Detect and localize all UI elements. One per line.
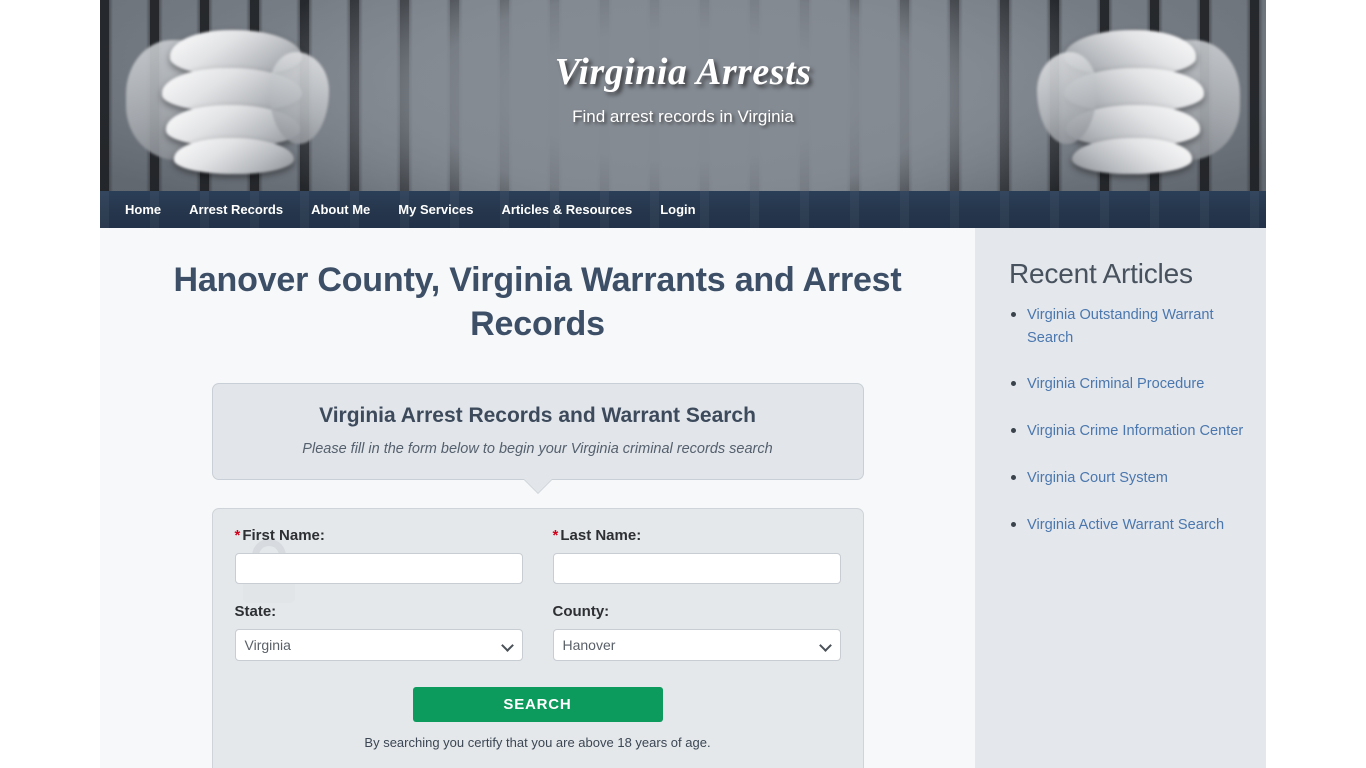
callout-arrow-icon — [523, 479, 552, 494]
search-callout: Virginia Arrest Records and Warrant Sear… — [211, 383, 864, 494]
search-button-row: SEARCH — [235, 687, 841, 723]
state-select-wrapper: Virginia — [234, 629, 523, 662]
state-label: State: — [234, 603, 277, 621]
nav-item-articles-resources[interactable]: Articles & Resources — [487, 191, 646, 228]
main-navigation: Home Arrest Records About Me My Services… — [100, 191, 1266, 228]
site-wrapper: Virginia Arrests Find arrest records in … — [100, 0, 1266, 768]
nav-item-about-me[interactable]: About Me — [297, 191, 384, 228]
list-item: Virginia Active Warrant Search — [1009, 514, 1246, 537]
banner-text-block: Virginia Arrests Find arrest records in … — [100, 50, 1266, 127]
page-title: Hanover County, Virginia Warrants and Ar… — [173, 261, 902, 344]
nav-item-my-services[interactable]: My Services — [384, 191, 487, 228]
last-name-cell: * Last Name: — [552, 527, 841, 585]
recent-articles-list: Virginia Outstanding Warrant Search Virg… — [1009, 304, 1246, 536]
required-asterisk: * — [552, 527, 559, 545]
county-cell: County: Hanover — [552, 603, 841, 662]
state-cell: State: Virginia — [234, 603, 523, 662]
search-button[interactable]: SEARCH — [412, 687, 663, 723]
knuckle-shape — [174, 138, 294, 174]
county-select-wrapper: Hanover — [552, 629, 841, 662]
article-link-criminal-procedure[interactable]: Virginia Criminal Procedure — [1027, 376, 1204, 392]
first-name-cell: * First Name: — [234, 527, 523, 585]
form-row-location: State: Virginia County: Hanover — [234, 603, 841, 662]
site-title: Virginia Arrests — [554, 51, 812, 93]
article-link-outstanding-warrant-search[interactable]: Virginia Outstanding Warrant Search — [1027, 307, 1214, 346]
county-select[interactable]: Hanover — [552, 629, 841, 662]
callout-title: Virginia Arrest Records and Warrant Sear… — [319, 404, 756, 428]
main-column: Hanover County, Virginia Warrants and Ar… — [100, 228, 975, 768]
last-name-label-text: Last Name: — [560, 527, 642, 545]
age-disclaimer: By searching you certify that you are ab… — [364, 735, 711, 751]
article-link-court-system[interactable]: Virginia Court System — [1027, 470, 1168, 486]
list-item: Virginia Court System — [1009, 467, 1246, 490]
nav-item-arrest-records[interactable]: Arrest Records — [175, 191, 297, 228]
list-item: Virginia Outstanding Warrant Search — [1009, 304, 1246, 349]
site-tagline: Find arrest records in Virginia — [572, 107, 794, 126]
nav-item-login[interactable]: Login — [646, 191, 709, 228]
search-form-panel: * First Name: * Last Name: State: Virgin… — [211, 508, 864, 768]
list-item: Virginia Criminal Procedure — [1009, 373, 1246, 396]
site-banner: Virginia Arrests Find arrest records in … — [100, 0, 1266, 191]
article-link-active-warrant-search[interactable]: Virginia Active Warrant Search — [1027, 517, 1224, 533]
content-area: Hanover County, Virginia Warrants and Ar… — [100, 228, 1266, 768]
county-label: County: — [552, 603, 610, 621]
page-root: Virginia Arrests Find arrest records in … — [0, 0, 1366, 768]
nav-item-home[interactable]: Home — [111, 191, 175, 228]
form-row-names: * First Name: * Last Name: — [234, 527, 841, 585]
list-item: Virginia Crime Information Center — [1009, 420, 1246, 443]
last-name-input[interactable] — [552, 553, 841, 585]
first-name-label: * First Name: — [235, 527, 523, 544]
knuckle-shape — [1072, 138, 1192, 174]
sidebar-title: Recent Articles — [1009, 258, 1193, 289]
first-name-label-text: First Name: — [242, 527, 325, 545]
callout-subtitle: Please fill in the form below to begin y… — [302, 441, 773, 458]
search-callout-wrapper: Virginia Arrest Records and Warrant Sear… — [211, 383, 864, 494]
article-link-crime-information-center[interactable]: Virginia Crime Information Center — [1027, 423, 1243, 439]
first-name-input[interactable] — [234, 553, 523, 585]
required-asterisk: * — [234, 527, 241, 545]
state-select[interactable]: Virginia — [234, 629, 523, 662]
last-name-label: * Last Name: — [553, 527, 841, 544]
sidebar: Recent Articles Virginia Outstanding War… — [975, 228, 1266, 768]
